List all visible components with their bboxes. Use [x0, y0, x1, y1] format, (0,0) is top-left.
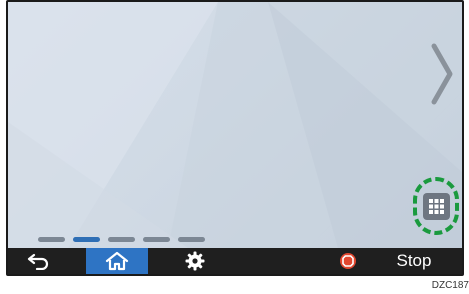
page-dot[interactable]	[143, 237, 170, 242]
stop-icon-button[interactable]	[330, 248, 366, 274]
home-button[interactable]	[86, 248, 148, 274]
chevron-right-icon[interactable]	[428, 42, 456, 106]
page-indicator	[38, 237, 205, 242]
back-button[interactable]	[8, 248, 70, 274]
page-dot[interactable]	[108, 237, 135, 242]
page-dot-active[interactable]	[73, 237, 100, 242]
page-dot[interactable]	[38, 237, 65, 242]
device-screen: Stop	[6, 0, 464, 276]
application-list-button[interactable]	[413, 177, 459, 235]
stop-button[interactable]: Stop	[366, 248, 462, 274]
back-arrow-icon	[27, 253, 49, 270]
gear-icon	[185, 251, 205, 271]
figure-code: DZC187	[431, 280, 469, 291]
home-icon	[105, 251, 129, 271]
home-wallpaper	[8, 2, 462, 248]
settings-button[interactable]	[164, 248, 226, 274]
grid-icon	[422, 192, 450, 220]
bar-spacer	[226, 248, 330, 274]
bottom-navigation-bar: Stop	[8, 248, 462, 274]
stop-icon	[340, 253, 356, 269]
page-dot[interactable]	[178, 237, 205, 242]
